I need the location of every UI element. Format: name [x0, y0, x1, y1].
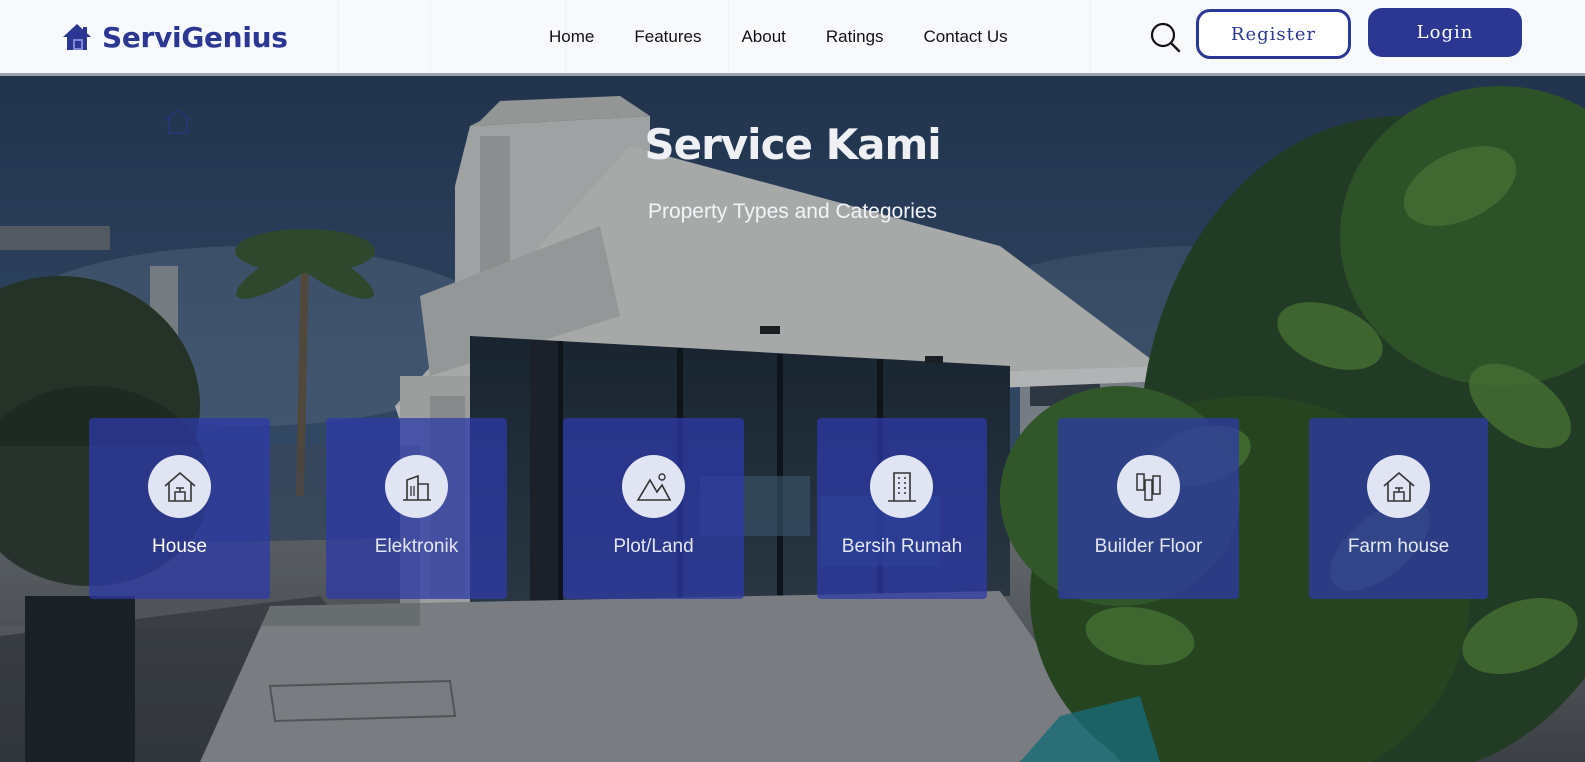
- category-label: Bersih Rumah: [841, 536, 963, 557]
- category-icon-circle: [870, 455, 933, 518]
- header-divider: [338, 0, 339, 73]
- category-label: Elektronik: [374, 536, 459, 557]
- nav-home[interactable]: Home: [530, 22, 615, 52]
- tower-building-icon: [887, 471, 916, 502]
- category-label: Plot/Land: [613, 536, 694, 557]
- header-divider: [1090, 0, 1091, 73]
- category-icon-circle: [148, 455, 211, 518]
- building-icon: [402, 474, 431, 501]
- brand-name: ServiGenius: [102, 20, 288, 54]
- category-card-bersih-rumah[interactable]: Bersih Rumah: [817, 418, 987, 599]
- brand-logo[interactable]: ServiGenius: [62, 17, 288, 57]
- nav-features[interactable]: Features: [615, 22, 722, 52]
- category-card-builder-floor[interactable]: Builder Floor: [1058, 418, 1239, 599]
- category-card-house[interactable]: House: [89, 418, 270, 599]
- category-label: House: [152, 536, 207, 557]
- hero-section: Service Kami Property Types and Categori…: [0, 76, 1585, 762]
- columns-icon: [1135, 472, 1161, 501]
- home-logo-icon: [63, 24, 91, 50]
- category-icon-circle: [385, 455, 448, 518]
- main-nav: Home Features About Ratings Contact Us: [530, 22, 1029, 52]
- hero-title: Service Kami: [644, 120, 941, 169]
- category-label: Farm house: [1347, 536, 1450, 557]
- category-label: Builder Floor: [1094, 536, 1203, 557]
- category-card-plot-land[interactable]: Plot/Land: [563, 418, 744, 599]
- mountain-icon: [636, 472, 671, 501]
- category-icon-circle: [622, 455, 685, 518]
- category-icon-circle: [1367, 455, 1430, 518]
- login-button[interactable]: Login: [1368, 8, 1522, 57]
- search-icon[interactable]: [1148, 20, 1182, 54]
- hero-subtitle: Property Types and Categories: [647, 200, 938, 223]
- house-icon: [163, 471, 196, 502]
- category-icon-circle: [1117, 455, 1180, 518]
- nav-about[interactable]: About: [722, 22, 806, 52]
- category-card-farm-house[interactable]: Farm house: [1309, 418, 1488, 599]
- register-button[interactable]: Register: [1196, 9, 1351, 59]
- top-navbar: ServiGenius Home Features About Ratings …: [0, 0, 1585, 76]
- farmhouse-icon: [1382, 471, 1415, 502]
- category-card-elektronik[interactable]: Elektronik: [326, 418, 507, 599]
- header-divider: [430, 0, 431, 73]
- nav-contact-us[interactable]: Contact Us: [905, 22, 1029, 52]
- nav-ratings[interactable]: Ratings: [807, 22, 905, 52]
